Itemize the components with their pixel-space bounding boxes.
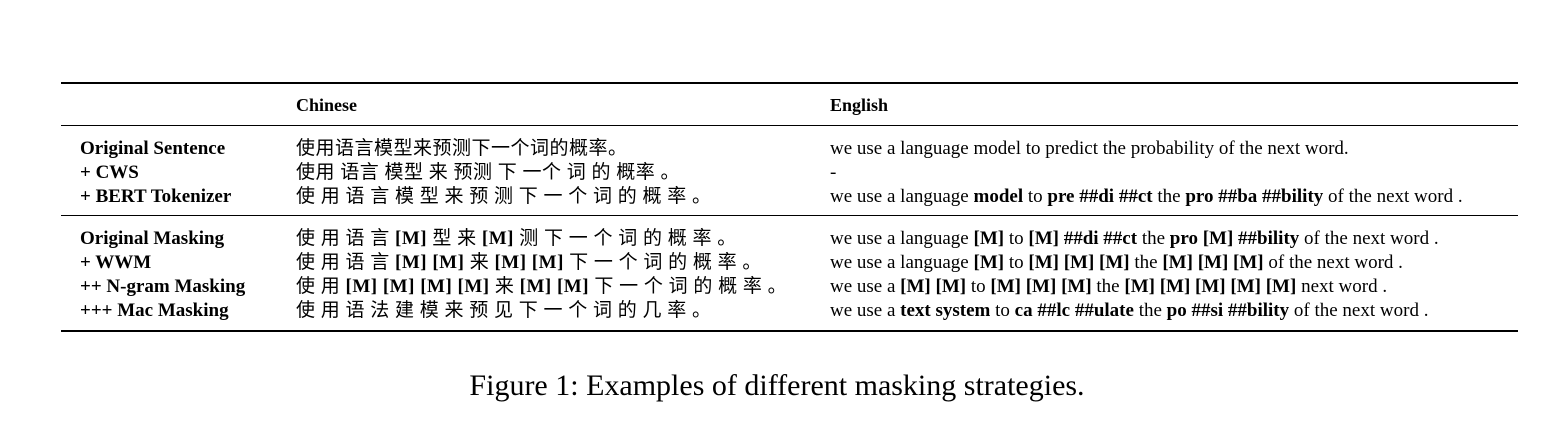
bold-segment: model	[973, 186, 1024, 207]
text-segment: we use a	[830, 300, 901, 321]
bold-segment: po ##si ##bility	[1166, 300, 1290, 321]
bold-segment: [M] [M] [M] [M] [M]	[1124, 276, 1297, 297]
row-label: Original Sentence	[80, 138, 226, 159]
chinese-cell: 使 用 语 言 [M] 型 来 [M] 测 下 一 个 词 的 概 率 。	[296, 228, 737, 250]
text-segment: to	[990, 300, 1015, 321]
text-segment: 来	[464, 252, 495, 273]
table-group-rule	[61, 215, 1518, 216]
bold-segment: [M]	[973, 228, 1005, 249]
english-cell: we use a [M] [M] to [M] [M] [M] the [M] …	[830, 276, 1387, 298]
table-header-rule	[61, 125, 1518, 126]
bold-segment: [M] [M] [M]	[1162, 252, 1264, 273]
text-segment: -	[830, 162, 837, 183]
english-cell: we use a language model to pre ##di ##ct…	[830, 186, 1463, 208]
row-label: ++ N-gram Masking	[80, 276, 246, 297]
text-segment: 下 一 个 词 的 概 率 。	[563, 252, 762, 273]
text-segment: we use a language	[830, 228, 974, 249]
text-segment: we use a	[830, 276, 901, 297]
bold-segment: [M] [M]	[519, 276, 590, 297]
english-cell: we use a language [M] to [M] [M] [M] the…	[830, 252, 1403, 274]
chinese-cell: 使 用 [M] [M] [M] [M] 来 [M] [M] 下 一 个 词 的 …	[296, 276, 787, 298]
english-cell: we use a language [M] to [M] ##di ##ct t…	[830, 228, 1439, 250]
bold-segment: pre ##di ##ct	[1047, 186, 1153, 207]
bold-segment: pro ##ba ##bility	[1185, 186, 1324, 207]
text-segment: to	[1023, 186, 1048, 207]
english-cell: -	[830, 162, 836, 184]
text-segment: of the next word .	[1299, 228, 1439, 249]
bold-segment: [M] [M] [M]	[990, 276, 1092, 297]
row-label: + WWM	[80, 252, 152, 273]
header-english: English	[830, 95, 889, 115]
text-segment: we use a language model to predict the p…	[830, 138, 1349, 159]
text-segment: 下 一 个 词 的 概 率 。	[589, 276, 788, 297]
bold-segment: [M] ##di ##ct	[1028, 228, 1138, 249]
text-segment: the	[1133, 300, 1167, 321]
text-segment: of the next word .	[1323, 186, 1463, 207]
english-cell: we use a text system to ca ##lc ##ulate …	[830, 300, 1428, 322]
bold-segment: [M]	[481, 228, 514, 249]
text-segment: to	[966, 276, 991, 297]
bold-segment: [M] [M] [M]	[1028, 252, 1130, 273]
text-segment: the	[1152, 186, 1186, 207]
text-segment: 使 用	[296, 276, 346, 297]
chinese-cell: 使 用 语 言 [M] [M] 来 [M] [M] 下 一 个 词 的 概 率 …	[296, 252, 762, 274]
text-segment: 测 下 一 个 词 的 概 率 。	[513, 228, 737, 249]
chinese-cell: 使用 语言 模型 来 预测 下 一个 词 的 概率 。	[296, 162, 680, 184]
table-bottom-rule	[61, 330, 1518, 332]
bold-segment: [M] [M]	[900, 276, 967, 297]
bold-segment: pro [M] ##bility	[1169, 228, 1300, 249]
text-segment: 使 用 语 言	[296, 228, 396, 249]
table-top-rule	[61, 82, 1518, 84]
text-segment: the	[1137, 228, 1170, 249]
text-segment: 使 用 语 言	[296, 252, 396, 273]
row-label: +++ Mac Masking	[80, 300, 229, 321]
bold-segment: [M]	[395, 228, 428, 249]
english-cell: we use a language model to predict the p…	[830, 138, 1349, 160]
figure-caption: Figure 1: Examples of different masking …	[469, 369, 1085, 402]
bold-segment: [M]	[973, 252, 1005, 273]
chinese-cell: 使 用 语 言 模 型 来 预 测 下 一 个 词 的 概 率 。	[296, 186, 712, 208]
text-segment: next word .	[1296, 276, 1388, 297]
bold-segment: text system	[900, 300, 991, 321]
text-segment: we use a language	[830, 186, 974, 207]
header-chinese: Chinese	[296, 95, 358, 115]
bold-segment: [M] [M]	[494, 252, 564, 273]
text-segment: 使 用 语 法 建 模 来 预 见 下 一 个 词 的 几 率 。	[296, 300, 712, 321]
text-segment: 来	[489, 276, 520, 297]
bold-segment: ca ##lc ##ulate	[1014, 300, 1134, 321]
text-segment: to	[1004, 228, 1029, 249]
bold-segment: [M] [M]	[395, 252, 465, 273]
row-label: + BERT Tokenizer	[80, 186, 232, 207]
text-segment: 使用语言模型来预测下一个词的概率。	[296, 138, 628, 159]
text-segment: of the next word .	[1289, 300, 1429, 321]
text-segment: the	[1091, 276, 1125, 297]
text-segment: 使 用 语 言 模 型 来 预 测 下 一 个 词 的 概 率 。	[296, 186, 712, 207]
text-segment: of the next word .	[1263, 252, 1403, 273]
row-label: Original Masking	[80, 228, 225, 249]
chinese-cell: 使 用 语 法 建 模 来 预 见 下 一 个 词 的 几 率 。	[296, 300, 712, 322]
bold-segment: [M] [M] [M] [M]	[345, 276, 490, 297]
row-label: + CWS	[80, 162, 139, 183]
text-segment: to	[1004, 252, 1029, 273]
text-segment: the	[1129, 252, 1163, 273]
text-segment: 型 来	[427, 228, 482, 249]
chinese-cell: 使用语言模型来预测下一个词的概率。	[296, 138, 628, 160]
text-segment: we use a language	[830, 252, 974, 273]
text-segment: 使用 语言 模型 来 预测 下 一个 词 的 概率 。	[296, 162, 681, 183]
